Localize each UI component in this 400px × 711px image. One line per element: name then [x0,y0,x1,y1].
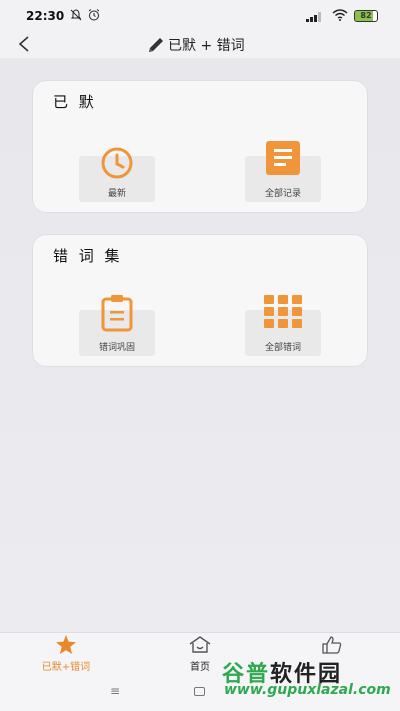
header-title-group: 已默 + 错词 [146,34,245,56]
signal-icon [306,11,324,22]
tile-label: 全部记录 [264,189,301,199]
app-header: 已默 + 错词 [0,32,400,58]
tab-label: 已默+错词 [41,662,91,673]
grid-icon [264,295,302,328]
clipboard-icon [101,295,133,332]
menu-key-icon[interactable]: ≡ [110,684,120,698]
document-icon [266,141,300,175]
section-card-memorized: 已 默 最新 全部记录 [32,80,368,213]
tile-label: 全部错词 [264,343,301,353]
section-title: 错 词 集 [53,247,123,265]
wifi-icon [332,9,348,24]
watermark-logo: 谷普软件园 www.gupuxlazal.com [218,656,400,700]
tile-all-wrong-words[interactable]: 全部错词 [245,295,321,356]
tab-like[interactable] [292,635,372,658]
status-bar: 22:30 82 [0,0,400,32]
section-title: 已 默 [53,93,97,111]
battery-level: 82 [360,11,372,20]
home-key-icon[interactable] [194,687,205,696]
tab-memorized-wrong-words[interactable]: 已默+错词 [26,635,106,673]
tile-all-records[interactable]: 全部记录 [245,141,321,202]
star-icon [56,635,76,654]
pencil-icon [149,38,163,52]
tile-label: 错词巩固 [98,343,135,353]
clock-icon [101,147,133,179]
back-button[interactable] [12,32,36,56]
tile-label: 最新 [107,189,126,199]
watermark-url: www.gupuxlazal.com [224,682,391,698]
status-time: 22:30 [26,9,65,23]
alarm-icon [88,9,100,24]
tile-latest[interactable]: 最新 [79,147,155,202]
house-icon [189,636,211,653]
tile-wrong-words-review[interactable]: 错词巩固 [79,295,155,356]
section-card-wrong-words: 错 词 集 错词巩固 全部错词 [32,234,368,367]
thumbs-up-icon [322,636,342,654]
battery-icon: 82 [354,10,378,22]
chevron-left-icon [18,36,29,52]
page-title: 已默 + 错词 [168,38,245,54]
notification-off-icon [70,9,82,24]
